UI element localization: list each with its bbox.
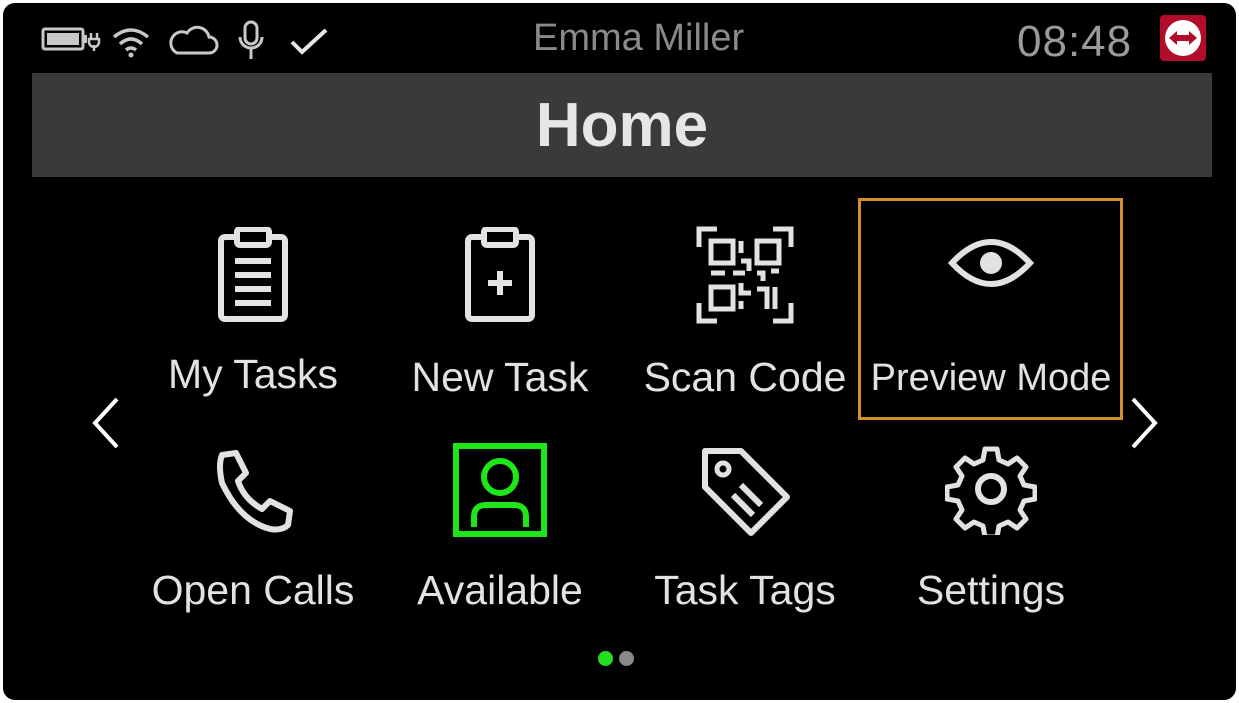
tile-new-task[interactable]: New Task: [380, 221, 620, 441]
tile-my-tasks[interactable]: My Tasks: [133, 221, 373, 441]
page-title: Home: [535, 90, 709, 160]
clipboard-list-icon: [218, 227, 288, 322]
device-screen: Emma Miller 08:48 Home My Tasks New Task…: [3, 3, 1236, 700]
page-dot-active[interactable]: [598, 651, 613, 666]
page-indicator: [598, 651, 634, 666]
tile-label: Task Tags: [654, 567, 836, 613]
tile-settings[interactable]: Settings: [871, 443, 1111, 663]
battery-charging-icon: [41, 27, 101, 51]
tile-label: Scan Code: [643, 354, 847, 400]
microphone-icon: [238, 20, 264, 59]
teamviewer-icon[interactable]: [1160, 15, 1206, 61]
tile-label: Open Calls: [151, 567, 355, 613]
tile-label: New Task: [411, 354, 589, 400]
cloud-icon: [169, 25, 219, 55]
tile-task-tags[interactable]: Task Tags: [625, 443, 865, 663]
user-status-icon: [453, 443, 547, 537]
user-name: Emma Miller: [533, 17, 745, 59]
next-page-arrow[interactable]: [1125, 393, 1165, 453]
tile-available[interactable]: Available: [380, 443, 620, 663]
tile-label: My Tasks: [167, 351, 339, 397]
tile-open-calls[interactable]: Open Calls: [133, 443, 373, 663]
tag-icon: [702, 448, 790, 536]
tile-label: Settings: [916, 567, 1066, 613]
tile-label: Available: [417, 567, 583, 613]
selection-highlight: [858, 198, 1123, 420]
check-icon: [290, 28, 328, 55]
previous-page-arrow[interactable]: [85, 393, 125, 453]
title-bar: Home: [32, 73, 1212, 177]
qr-code-icon: [696, 226, 794, 324]
clock: 08:48: [1017, 17, 1133, 66]
page-dot-inactive[interactable]: [619, 651, 634, 666]
status-bar: Emma Miller 08:48: [3, 3, 1236, 73]
phone-icon: [217, 450, 293, 533]
clipboard-plus-icon: [465, 227, 535, 322]
wifi-icon: [112, 28, 150, 58]
tile-scan-code[interactable]: Scan Code: [625, 221, 865, 441]
gear-icon: [945, 446, 1037, 535]
